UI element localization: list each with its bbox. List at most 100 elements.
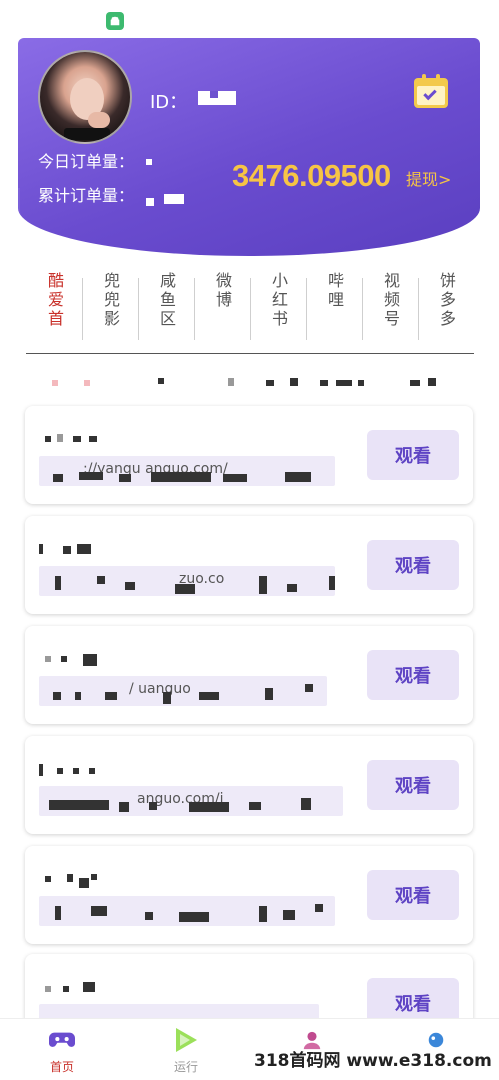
card-link: anguo.com/i <box>39 786 343 816</box>
redaction-pixel <box>39 544 43 554</box>
redaction-pixel <box>45 656 51 662</box>
watch-button[interactable]: 观看 <box>367 870 459 920</box>
redaction-pixel <box>175 584 195 594</box>
redaction-pixel <box>290 378 298 386</box>
redaction-pixel <box>259 576 267 594</box>
redaction-pixel <box>91 874 97 880</box>
calendar-ring-right <box>436 74 440 82</box>
redaction-pixel <box>55 576 61 590</box>
avatar-collar <box>64 128 110 140</box>
total-orders-label: 累计订单量： <box>38 186 135 205</box>
watch-button[interactable]: 观看 <box>367 540 459 590</box>
tab-label: 视频号 <box>381 272 400 329</box>
watch-button[interactable]: 观看 <box>367 760 459 810</box>
redaction-pixel <box>45 436 51 442</box>
card-link: ://yangu anguo.com/ <box>39 456 335 486</box>
redaction-pixel <box>410 380 420 386</box>
redaction-pixel <box>189 802 229 812</box>
redaction-pixel <box>285 472 311 482</box>
card-title-redacted <box>39 434 219 448</box>
avatar-hand <box>88 112 110 128</box>
card-title-redacted <box>39 874 219 888</box>
card-link: zuo.co <box>39 566 335 596</box>
redaction-pixel <box>83 654 97 666</box>
watch-button[interactable]: 观看 <box>367 430 459 480</box>
redaction-pixel <box>77 544 91 554</box>
redaction-pixel <box>63 546 71 554</box>
redaction-pixel <box>53 474 63 482</box>
tab-kuai[interactable]: 酷爱首 <box>26 272 82 346</box>
status-bar <box>0 0 499 40</box>
calendar-ring-left <box>422 74 426 82</box>
nav-run[interactable]: 运行 <box>146 1027 226 1080</box>
redaction-pixel <box>67 874 73 882</box>
redaction-pixel <box>329 576 335 590</box>
redaction-pixel <box>57 434 63 442</box>
redaction-pixel <box>315 904 323 912</box>
play-icon <box>172 1027 200 1053</box>
user-id-value-redacted <box>198 91 236 105</box>
list-item[interactable]: zuo.co 观看 <box>25 516 473 614</box>
redaction-pixel <box>305 684 313 692</box>
tab-label: 哔哩 <box>325 272 344 310</box>
tab-label: 饼多多 <box>437 272 456 329</box>
redaction-pixel <box>73 768 79 774</box>
redaction-pixel <box>428 378 436 386</box>
redaction-pixel <box>301 798 311 810</box>
redaction-pixel <box>125 582 135 590</box>
redaction-pixel <box>249 802 261 810</box>
list-item[interactable]: 观看 <box>25 846 473 944</box>
redaction-pixel <box>228 378 234 386</box>
tab-shipinhao[interactable]: 视频号 <box>362 272 418 346</box>
profile-header: ID： 今日订单量： 累计订单量： 3476.09500 提现> <box>18 38 480 256</box>
redaction-pixel <box>358 380 364 386</box>
redaction-pixel <box>336 380 352 386</box>
redaction-pixel <box>45 876 51 882</box>
redaction-pixel <box>49 800 109 810</box>
redaction-pixel <box>57 768 63 774</box>
redaction-pixel <box>223 474 247 482</box>
list-item[interactable]: anguo.com/i 观看 <box>25 736 473 834</box>
redaction-pixel <box>151 472 211 482</box>
total-orders-value-redacted-2 <box>164 194 184 204</box>
card-title-redacted <box>39 544 219 558</box>
card-link <box>39 896 335 926</box>
today-orders-value-redacted <box>146 159 152 165</box>
total-orders-value-redacted <box>146 198 154 206</box>
redaction-pixel <box>163 692 171 704</box>
redaction-pixel <box>61 656 67 662</box>
tab-xiaohongshu[interactable]: 小红书 <box>250 272 306 346</box>
tab-bingduoduo[interactable]: 饼多多 <box>418 272 474 346</box>
tab-xianyu[interactable]: 咸鱼区 <box>138 272 194 346</box>
nav-home[interactable]: 首页 <box>22 1027 102 1080</box>
redaction-pixel <box>89 768 95 774</box>
watch-button[interactable]: 观看 <box>367 650 459 700</box>
redaction-pixel <box>79 472 103 480</box>
redaction-pixel <box>89 436 97 442</box>
tab-label: 酷爱首 <box>45 272 64 329</box>
balance-amount: 3476.09500 <box>232 158 391 193</box>
redaction-pixel <box>53 692 61 700</box>
card-link-text: / uanguo <box>129 681 191 697</box>
redaction-pixel <box>266 380 274 386</box>
list-item[interactable]: ://yangu anguo.com/ 观看 <box>25 406 473 504</box>
user-id-label: ID： <box>150 92 188 113</box>
redaction-pixel <box>145 912 153 920</box>
redaction-pixel <box>259 906 267 922</box>
redaction-pixel <box>283 910 295 920</box>
redaction-pixel <box>79 878 89 888</box>
redaction-pixel <box>199 692 219 700</box>
redaction-pixel <box>84 380 90 386</box>
list-item[interactable]: / uanguo 观看 <box>25 626 473 724</box>
redaction-pixel <box>39 764 43 776</box>
redaction-pixel <box>119 802 129 812</box>
avatar[interactable] <box>38 50 132 144</box>
calendar-check-icon[interactable] <box>414 74 448 108</box>
tab-doudouying[interactable]: 兜兜影 <box>82 272 138 346</box>
redaction-pixel <box>158 378 164 384</box>
calendar-check-mark <box>423 86 437 101</box>
tab-weibo[interactable]: 微博 <box>194 272 250 346</box>
withdraw-link[interactable]: 提现> <box>406 166 451 190</box>
redaction-pixel <box>73 436 81 442</box>
tab-bili[interactable]: 哔哩 <box>306 272 362 346</box>
